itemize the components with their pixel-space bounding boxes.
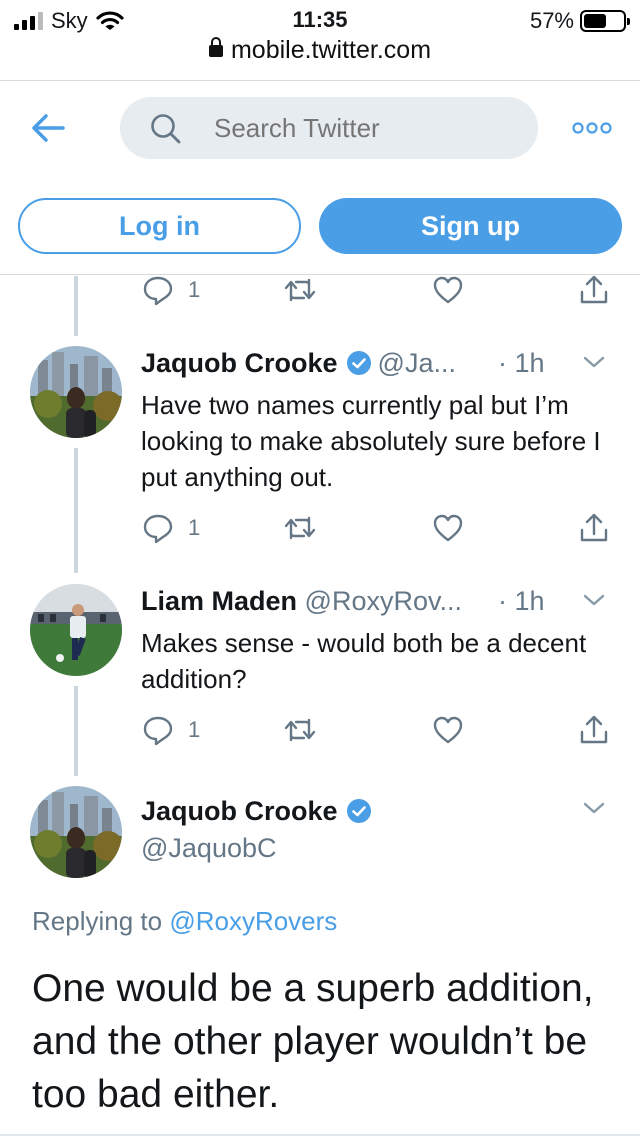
author-name[interactable]: Jaquob Crooke bbox=[141, 796, 338, 826]
battery-icon bbox=[580, 10, 630, 32]
reply-icon bbox=[143, 514, 173, 544]
share-button[interactable] bbox=[578, 512, 610, 544]
share-button[interactable] bbox=[578, 274, 610, 306]
reply-icon bbox=[143, 276, 173, 306]
tweet-handle-row: @JaquobC bbox=[141, 833, 277, 864]
heart-icon bbox=[433, 276, 463, 304]
avatar[interactable] bbox=[30, 346, 122, 438]
share-icon bbox=[580, 715, 608, 744]
retweet-icon bbox=[284, 516, 316, 540]
tweet-header: Liam Maden @RoxyRov... bbox=[141, 586, 462, 617]
author-handle[interactable]: @JaquobC bbox=[141, 833, 277, 863]
share-button[interactable] bbox=[578, 714, 610, 746]
verified-badge-icon bbox=[346, 351, 371, 375]
reply-icon bbox=[143, 716, 173, 746]
author-handle[interactable]: @Ja... bbox=[378, 348, 456, 378]
replying-to: Replying to @RoxyRovers bbox=[32, 906, 337, 937]
back-arrow-icon[interactable] bbox=[30, 112, 66, 144]
address-bar[interactable]: mobile.twitter.com bbox=[0, 36, 640, 76]
chevron-down-icon[interactable] bbox=[582, 592, 606, 608]
share-icon bbox=[580, 275, 608, 304]
retweet-icon bbox=[284, 278, 316, 302]
author-handle[interactable]: @RoxyRov... bbox=[305, 586, 462, 616]
search-input[interactable] bbox=[214, 97, 514, 159]
like-button[interactable] bbox=[432, 714, 464, 746]
chevron-down-icon[interactable] bbox=[582, 354, 606, 370]
search-icon bbox=[151, 114, 181, 144]
share-icon bbox=[580, 513, 608, 542]
tweet-actions: 1 bbox=[0, 512, 640, 552]
tweet-actions: 1 bbox=[0, 714, 640, 754]
replying-to-link[interactable]: @RoxyRovers bbox=[169, 906, 337, 936]
heart-icon bbox=[433, 514, 463, 542]
signup-button[interactable]: Sign up bbox=[319, 198, 622, 254]
status-right: 57% bbox=[529, 8, 630, 34]
tweet-header: Jaquob Crooke bbox=[141, 796, 378, 827]
avatar[interactable] bbox=[30, 786, 122, 878]
retweet-icon bbox=[284, 718, 316, 742]
battery-fill bbox=[584, 14, 606, 28]
tweet-time[interactable]: · 1h bbox=[498, 348, 545, 379]
replying-to-label: Replying to bbox=[32, 906, 163, 936]
heart-icon bbox=[433, 716, 463, 744]
tweet-header: Jaquob Crooke @Ja... bbox=[141, 348, 456, 379]
author-name[interactable]: Jaquob Crooke bbox=[141, 348, 338, 378]
chevron-down-icon[interactable] bbox=[582, 800, 606, 816]
search-bar[interactable] bbox=[120, 97, 538, 159]
thread-connector bbox=[74, 448, 78, 573]
retweet-button[interactable] bbox=[284, 274, 316, 306]
reply-button[interactable]: 1 bbox=[142, 274, 200, 306]
verified-badge-icon bbox=[346, 799, 371, 823]
tweet-text: Makes sense - would both be a decent add… bbox=[141, 628, 587, 694]
lock-icon bbox=[208, 37, 223, 57]
status-bar: Sky 11:35 57% bbox=[0, 0, 640, 40]
focused-tweet-text: One would be a superb addition, and the … bbox=[32, 967, 594, 1116]
url-text: mobile.twitter.com bbox=[230, 36, 432, 64]
like-button[interactable] bbox=[432, 512, 464, 544]
battery-percentage: 57% bbox=[529, 8, 574, 33]
divider bbox=[0, 80, 640, 81]
retweet-button[interactable] bbox=[284, 512, 316, 544]
reply-button[interactable]: 1 bbox=[142, 714, 200, 746]
tweet-actions: 1 bbox=[0, 274, 640, 314]
reply-count: 1 bbox=[188, 717, 201, 742]
like-button[interactable] bbox=[432, 274, 464, 306]
login-button[interactable]: Log in bbox=[18, 198, 301, 254]
retweet-button[interactable] bbox=[284, 714, 316, 746]
author-name[interactable]: Liam Maden bbox=[141, 586, 297, 616]
reply-count: 1 bbox=[188, 515, 201, 540]
avatar[interactable] bbox=[30, 584, 122, 676]
tweet-time[interactable]: · 1h bbox=[498, 586, 545, 617]
reply-button[interactable]: 1 bbox=[142, 512, 200, 544]
tweet-text: Have two names currently pal but I’m loo… bbox=[141, 390, 601, 492]
reply-count: 1 bbox=[188, 277, 201, 302]
more-options-icon[interactable] bbox=[572, 120, 612, 136]
